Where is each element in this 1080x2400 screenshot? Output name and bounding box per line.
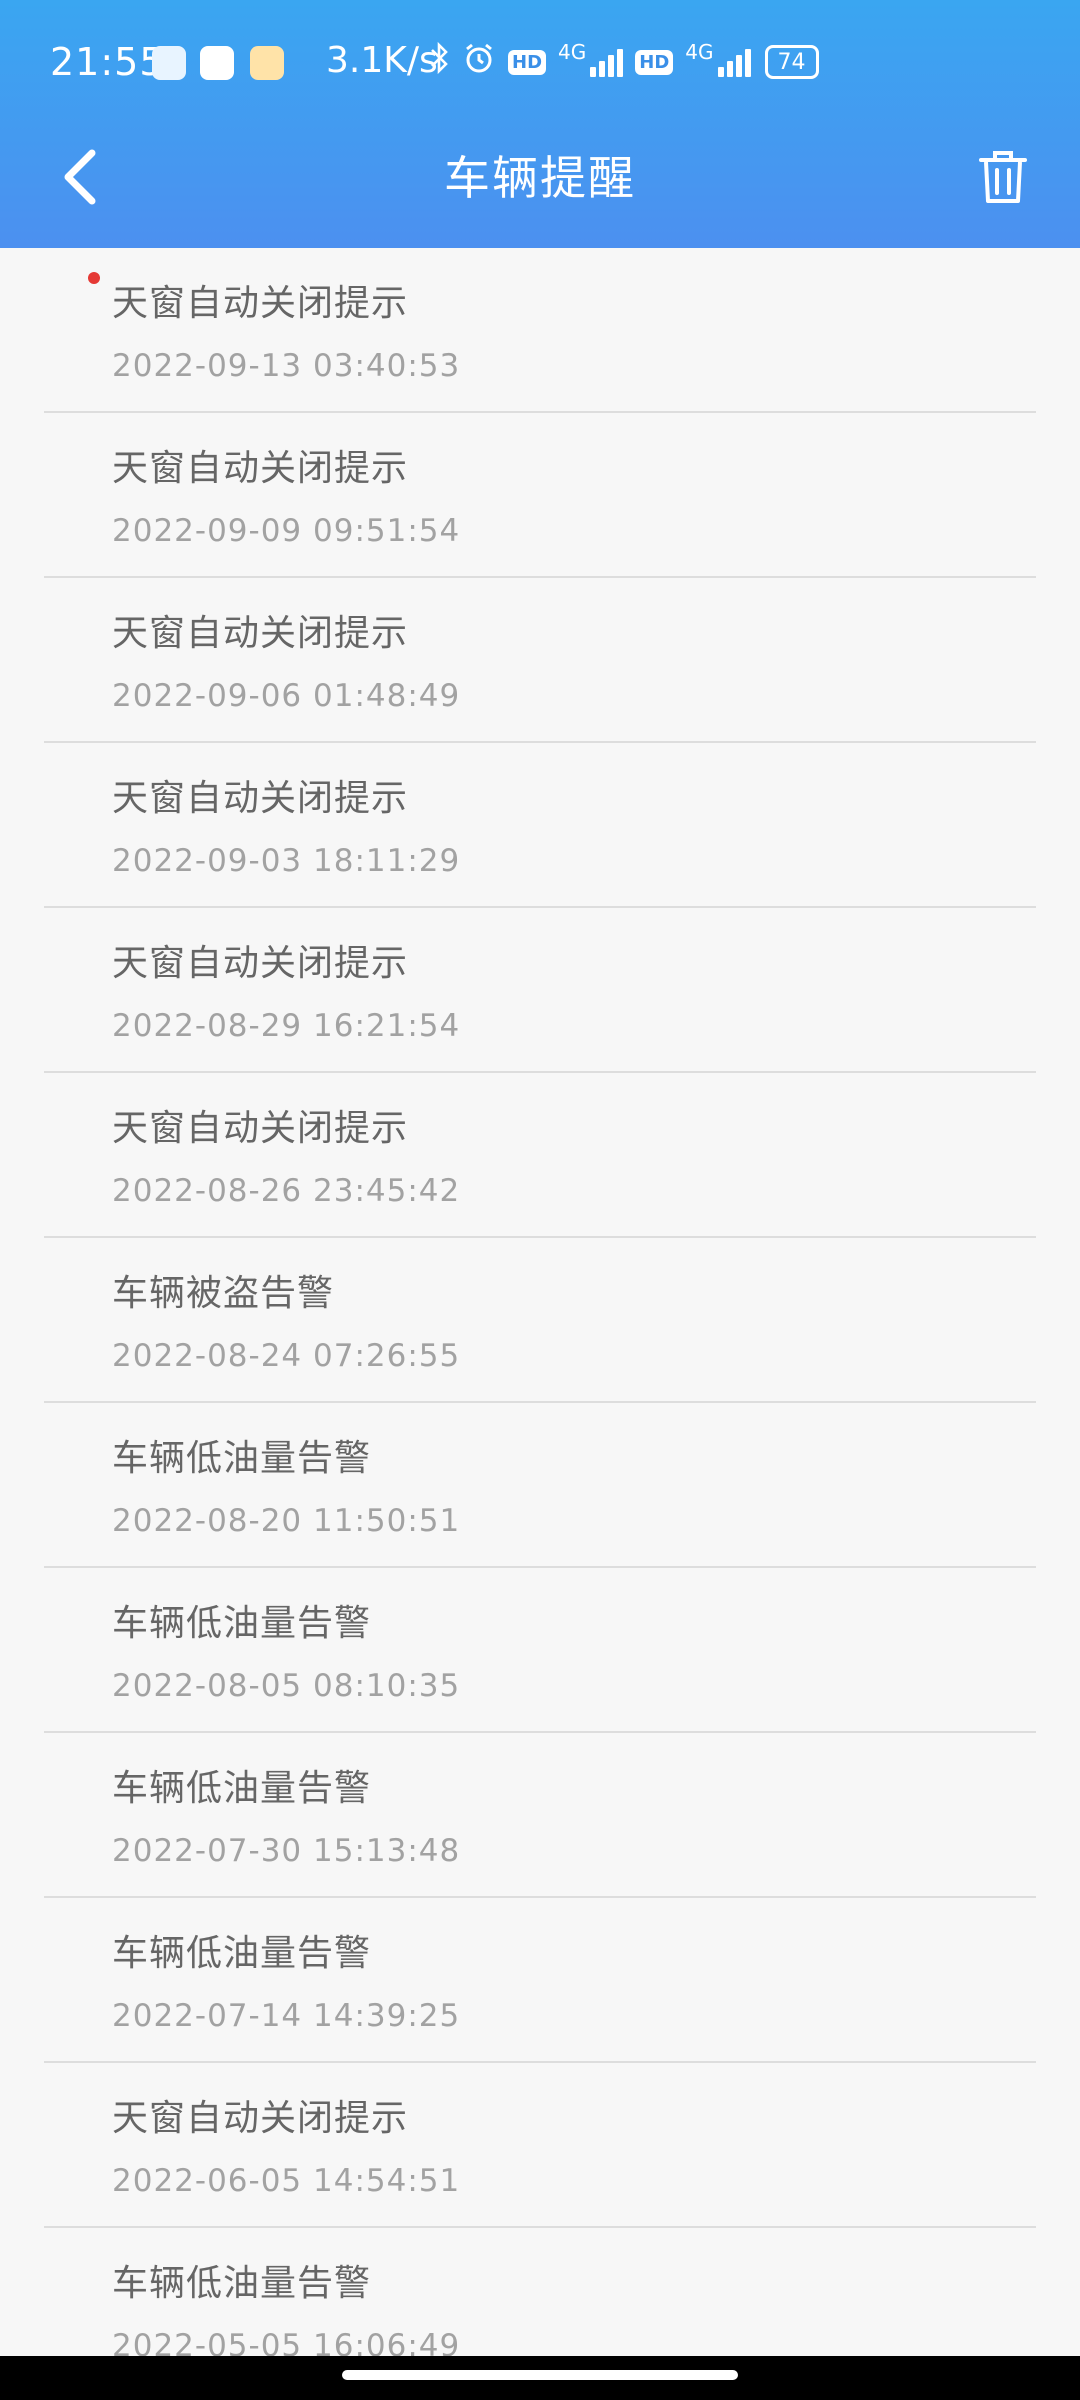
item-title: 车辆低油量告警 <box>112 2263 372 2304</box>
bluetooth-icon <box>430 41 450 83</box>
item-title: 车辆低油量告警 <box>112 1438 372 1479</box>
unread-dot <box>88 272 100 284</box>
status-bar: 21:55 3.1K/s HD 4G HD 4G 74 <box>0 0 1080 128</box>
item-time: 2022-09-09 09:51:54 <box>112 513 461 549</box>
item-title: 天窗自动关闭提示 <box>112 778 409 819</box>
list-item[interactable]: 车辆低油量告警 2022-07-14 14:39:25 <box>44 1898 1036 2063</box>
notification-app-icon <box>250 46 284 80</box>
item-title: 车辆被盗告警 <box>112 1273 335 1314</box>
list-item[interactable]: 天窗自动关闭提示 2022-08-26 23:45:42 <box>44 1073 1036 1238</box>
notification-app-icon <box>152 46 186 80</box>
page-title: 车辆提醒 <box>444 151 636 205</box>
list-item[interactable]: 天窗自动关闭提示 2022-09-13 03:40:53 <box>44 248 1036 413</box>
item-time: 2022-08-05 08:10:35 <box>112 1668 461 1704</box>
trash-icon <box>979 151 1027 203</box>
item-time: 2022-09-13 03:40:53 <box>112 348 461 384</box>
item-time: 2022-07-14 14:39:25 <box>112 1998 461 2034</box>
navigation-bar <box>0 2356 1080 2400</box>
item-time: 2022-09-03 18:11:29 <box>112 843 461 879</box>
signal-icon <box>590 47 624 77</box>
item-title: 天窗自动关闭提示 <box>112 283 409 324</box>
app-bar: 车辆提醒 <box>0 128 1080 248</box>
item-time: 2022-06-05 14:54:51 <box>112 2163 461 2199</box>
notification-app-icon <box>200 46 234 80</box>
hd-badge: HD <box>635 49 674 75</box>
item-time: 2022-08-29 16:21:54 <box>112 1008 461 1044</box>
item-time: 2022-07-30 15:13:48 <box>112 1833 461 1869</box>
item-title: 车辆低油量告警 <box>112 1603 372 1644</box>
reminder-list: 天窗自动关闭提示 2022-09-13 03:40:53 天窗自动关闭提示 20… <box>0 248 1080 2393</box>
network-speed: 3.1K/s <box>326 40 438 81</box>
list-item[interactable]: 车辆低油量告警 2022-08-20 11:50:51 <box>44 1403 1036 1568</box>
battery-icon: 74 <box>764 45 819 79</box>
list-item[interactable]: 天窗自动关闭提示 2022-08-29 16:21:54 <box>44 908 1036 1073</box>
status-time: 21:55 <box>50 40 165 84</box>
home-indicator[interactable] <box>342 2370 738 2380</box>
list-item[interactable]: 车辆被盗告警 2022-08-24 07:26:55 <box>44 1238 1036 1403</box>
item-title: 天窗自动关闭提示 <box>112 943 409 984</box>
delete-button[interactable] <box>968 142 1038 212</box>
network-type: 4G <box>558 40 587 64</box>
list-item[interactable]: 天窗自动关闭提示 2022-09-09 09:51:54 <box>44 413 1036 578</box>
item-title: 天窗自动关闭提示 <box>112 448 409 489</box>
signal-icon <box>717 47 751 77</box>
network-type: 4G <box>685 40 714 64</box>
alarm-icon <box>462 41 496 83</box>
item-time: 2022-08-26 23:45:42 <box>112 1173 461 1209</box>
item-title: 天窗自动关闭提示 <box>112 1108 409 1149</box>
item-title: 车辆低油量告警 <box>112 1768 372 1809</box>
hd-badge: HD <box>508 49 547 75</box>
item-title: 天窗自动关闭提示 <box>112 613 409 654</box>
list-item[interactable]: 天窗自动关闭提示 2022-09-03 18:11:29 <box>44 743 1036 908</box>
list-item[interactable]: 车辆低油量告警 2022-07-30 15:13:48 <box>44 1733 1036 1898</box>
item-time: 2022-09-06 01:48:49 <box>112 678 461 714</box>
list-item[interactable]: 天窗自动关闭提示 2022-06-05 14:54:51 <box>44 2063 1036 2228</box>
list-item[interactable]: 天窗自动关闭提示 2022-09-06 01:48:49 <box>44 578 1036 743</box>
item-title: 车辆低油量告警 <box>112 1933 372 1974</box>
item-time: 2022-08-20 11:50:51 <box>112 1503 461 1539</box>
item-time: 2022-08-24 07:26:55 <box>112 1338 461 1374</box>
header: 21:55 3.1K/s HD 4G HD 4G 74 车辆提醒 <box>0 0 1080 248</box>
status-icons: HD 4G HD 4G 74 <box>430 40 819 84</box>
item-title: 天窗自动关闭提示 <box>112 2098 409 2139</box>
list-item[interactable]: 车辆低油量告警 2022-08-05 08:10:35 <box>44 1568 1036 1733</box>
